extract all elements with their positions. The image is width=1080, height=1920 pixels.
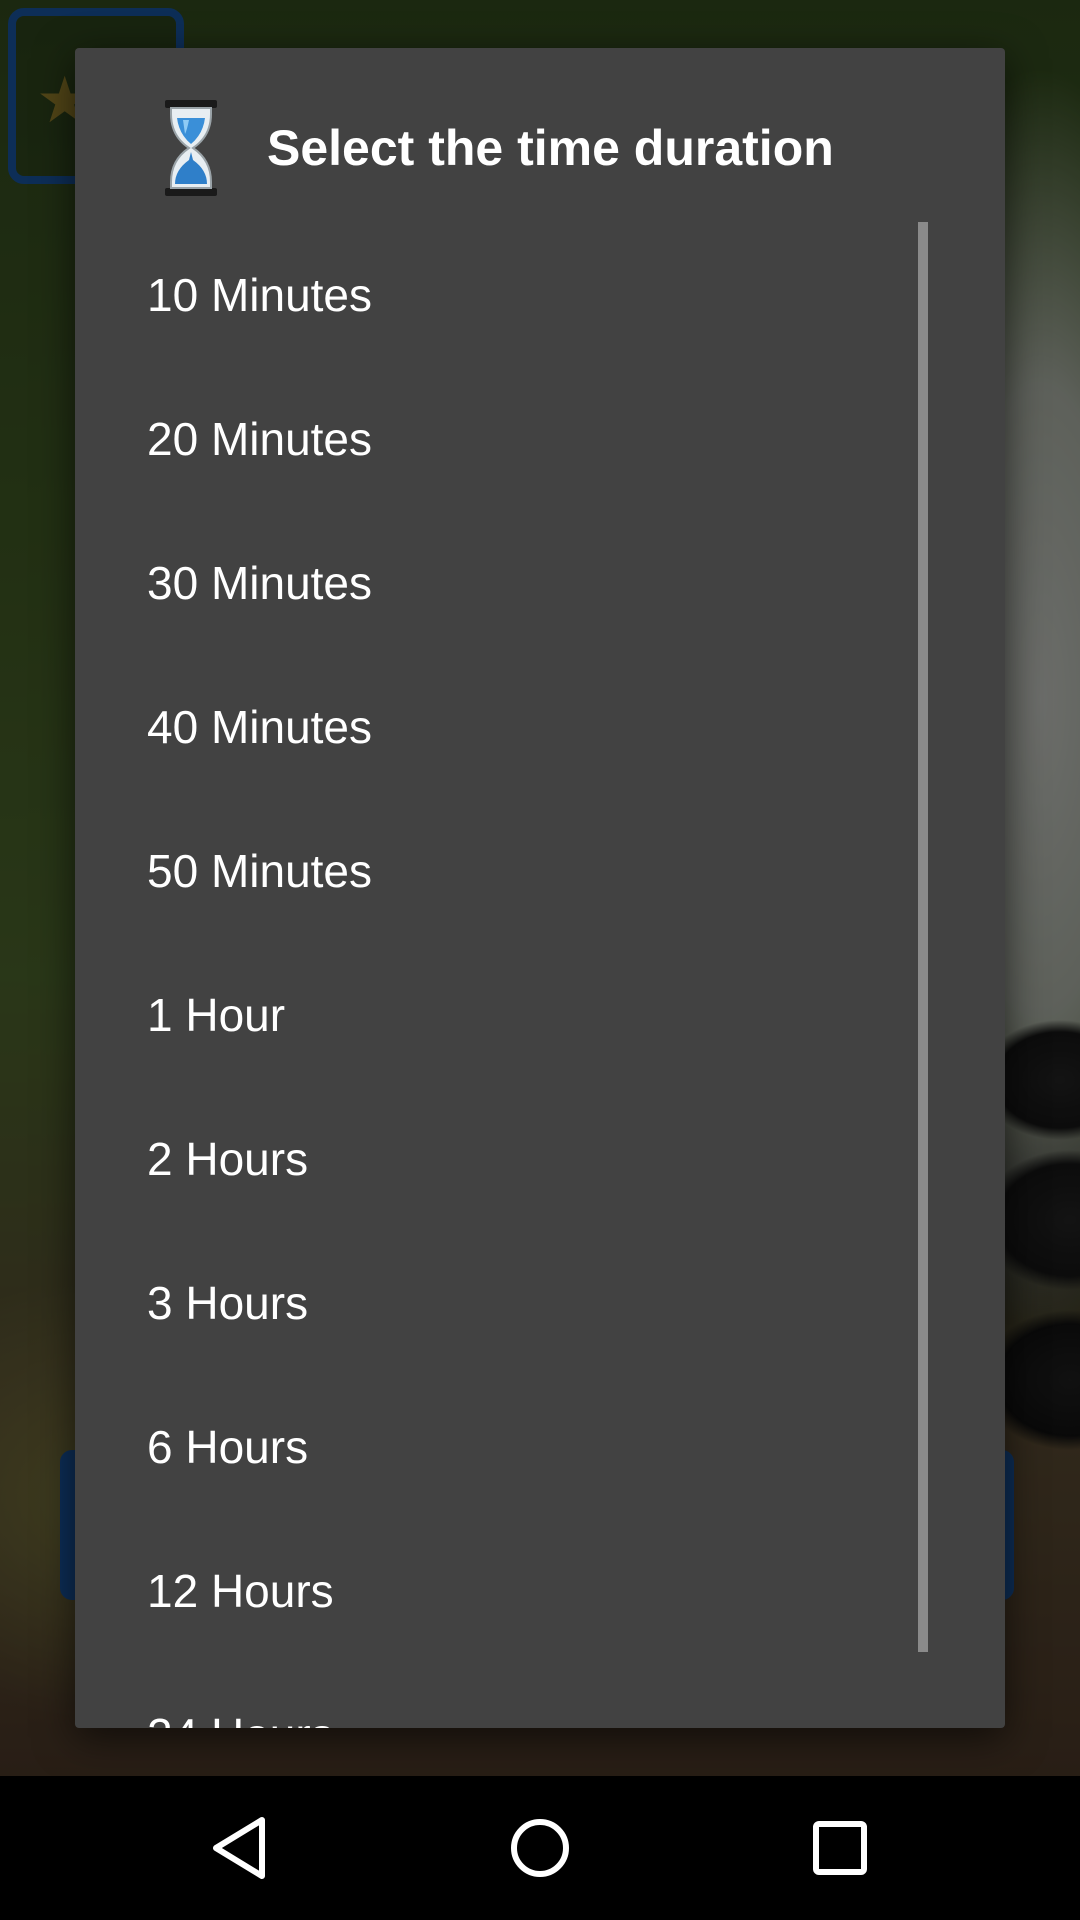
option-3-hours[interactable]: 3 Hours <box>75 1231 1005 1375</box>
option-50-minutes[interactable]: 50 Minutes <box>75 799 1005 943</box>
dialog-header: Select the time duration <box>75 48 1005 223</box>
option-1-hour[interactable]: 1 Hour <box>75 943 1005 1087</box>
option-2-hours[interactable]: 2 Hours <box>75 1087 1005 1231</box>
option-30-minutes[interactable]: 30 Minutes <box>75 511 1005 655</box>
option-40-minutes[interactable]: 40 Minutes <box>75 655 1005 799</box>
option-20-minutes[interactable]: 20 Minutes <box>75 367 1005 511</box>
hourglass-icon <box>165 100 217 196</box>
home-circle-icon[interactable] <box>490 1798 590 1898</box>
system-navigation-bar <box>0 1776 1080 1920</box>
list-scrollbar[interactable] <box>918 222 928 1652</box>
back-triangle-icon[interactable] <box>190 1798 290 1898</box>
option-12-hours[interactable]: 12 Hours <box>75 1519 1005 1663</box>
recents-square-icon[interactable] <box>790 1798 890 1898</box>
dialog-title: Select the time duration <box>267 120 834 176</box>
option-24-hours[interactable]: 24 Hours <box>75 1663 1005 1728</box>
option-6-hours[interactable]: 6 Hours <box>75 1375 1005 1519</box>
duration-option-list[interactable]: 10 Minutes 20 Minutes 30 Minutes 40 Minu… <box>75 223 1005 1728</box>
time-duration-dialog: Select the time duration 10 Minutes 20 M… <box>75 48 1005 1728</box>
option-10-minutes[interactable]: 10 Minutes <box>75 223 1005 367</box>
